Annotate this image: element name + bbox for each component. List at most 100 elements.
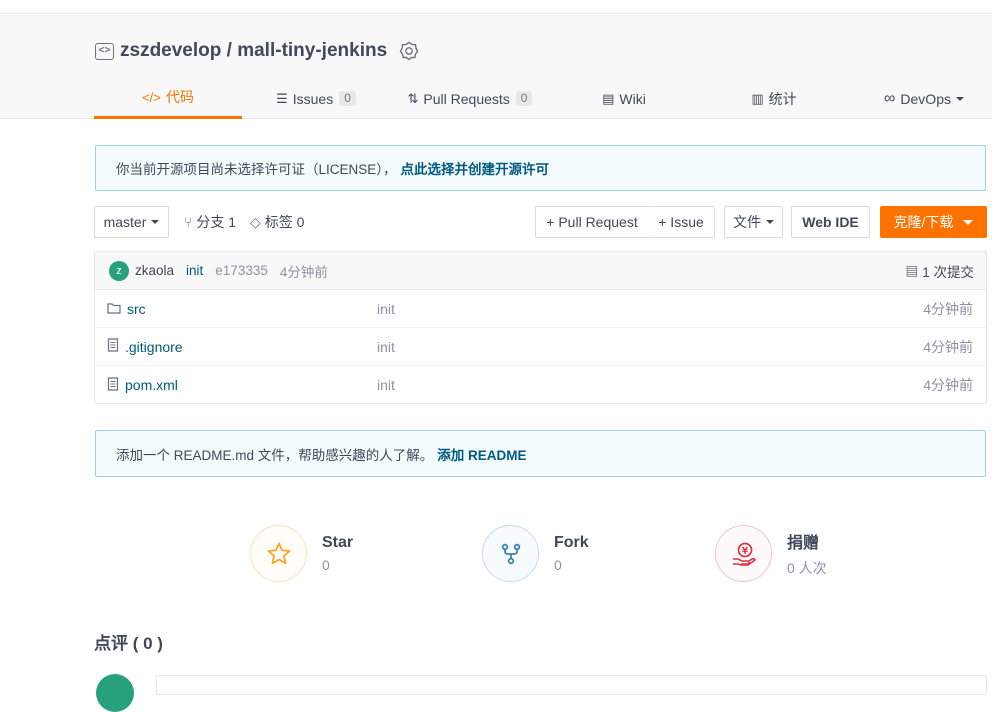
tab-label: Wiki [619, 90, 646, 107]
star-label: Star [322, 534, 354, 551]
file-commit-message[interactable]: init [377, 301, 395, 317]
clone-download-label: 克隆/下载 [893, 214, 954, 230]
tab-stats[interactable]: ▥ 统计 [744, 78, 804, 119]
web-ide-button[interactable]: Web IDE [791, 206, 870, 238]
readme-notice-text: 添加一个 README.md 文件，帮助感兴趣的人了解。 [116, 447, 434, 463]
chart-icon: ▥ [751, 90, 764, 106]
commit-message-link[interactable]: init [186, 263, 203, 278]
avatar[interactable]: z [109, 260, 129, 281]
table-row[interactable]: pom.xml init 4分钟前 [95, 366, 986, 404]
fork-icon [501, 543, 520, 564]
svg-text:¥: ¥ [741, 546, 748, 556]
tab-wiki[interactable]: ▤ Wiki [594, 78, 654, 119]
file-time: 4分钟前 [923, 377, 973, 393]
branches-link[interactable]: ⑂ 分支 1 [184, 206, 236, 238]
tab-label: Issues [292, 90, 334, 107]
file-name-link[interactable]: src [107, 301, 146, 317]
issues-icon: ☰ [276, 90, 288, 106]
avatar [96, 674, 134, 712]
tab-label: 统计 [768, 90, 797, 107]
repo-header: <> zszdevelop / mall-tiny-jenkins </> 代码… [0, 15, 992, 119]
file-name-link[interactable]: .gitignore [107, 338, 183, 355]
commit-hash[interactable]: e173335 [215, 263, 268, 278]
commits-count-label: 1 次提交 [922, 264, 974, 280]
branches-label: 分支 1 [196, 214, 237, 230]
fork-label: Fork [554, 534, 589, 551]
star-count: 0 [322, 557, 330, 573]
wiki-icon: ▤ [602, 90, 615, 106]
fork-stat[interactable]: Fork 0 [482, 525, 589, 582]
tab-issues[interactable]: ☰ Issues 0 [266, 78, 366, 119]
tab-code[interactable]: </> 代码 [94, 78, 242, 119]
infinity-icon: ∞ [884, 89, 896, 107]
commit-author-link[interactable]: zkaola [135, 263, 174, 278]
repo-stats: Star 0 Fork 0 ¥ 捐赠 0 人次 [0, 525, 992, 585]
code-icon: </> [142, 89, 161, 105]
clone-download-button[interactable]: 克隆/下载 [880, 206, 987, 238]
repo-toolbar: master ⑂ 分支 1 ◇ 标签 0 + Pull Request + Is… [94, 206, 987, 238]
commit-history-icon: ▤ [905, 262, 919, 278]
pull-request-icon: ⇅ [407, 90, 419, 106]
gvp-badge-icon[interactable] [399, 41, 419, 61]
folder-icon [107, 301, 121, 317]
tags-link[interactable]: ◇ 标签 0 [250, 206, 304, 238]
tab-pull-requests[interactable]: ⇅ Pull Requests 0 [400, 78, 540, 119]
donate-button[interactable]: ¥ [715, 525, 772, 582]
file-name: .gitignore [125, 338, 183, 355]
chevron-down-icon [963, 219, 974, 225]
tab-label: 代码 [165, 89, 194, 105]
donate-stat[interactable]: ¥ 捐赠 0 人次 [715, 525, 827, 582]
file-name-link[interactable]: pom.xml [107, 376, 178, 394]
repo-owner-link[interactable]: zszdevelop [120, 40, 221, 62]
license-notice-text: 你当前开源项目尚未选择许可证（LICENSE）， [116, 162, 397, 177]
new-pull-request-button[interactable]: + Pull Request [535, 206, 649, 238]
table-row[interactable]: src init 4分钟前 [95, 290, 986, 328]
tags-label: 标签 0 [264, 214, 305, 230]
file-menu-button[interactable]: 文件 [724, 206, 783, 238]
add-readme-link[interactable]: 添加 README [437, 444, 526, 464]
table-row[interactable]: .gitignore init 4分钟前 [95, 328, 986, 366]
file-name: pom.xml [125, 377, 178, 393]
repo-tabs: </> 代码 ☰ Issues 0 ⇅ Pull Requests 0 ▤ Wi… [94, 78, 992, 119]
file-list: z zkaola init e173335 4分钟前 ▤ 1 次提交 src i… [94, 251, 987, 404]
tag-icon: ◇ [250, 213, 261, 230]
file-commit-message[interactable]: init [377, 339, 395, 355]
create-license-link[interactable]: 点此选择并创建开源许可 [401, 158, 550, 178]
fork-button[interactable] [482, 525, 539, 582]
file-time: 4分钟前 [923, 300, 973, 317]
pull-requests-count-badge: 0 [515, 91, 533, 106]
file-menu-label: 文件 [733, 214, 761, 230]
file-time: 4分钟前 [923, 338, 973, 355]
top-strip [0, 0, 992, 14]
star-stat[interactable]: Star 0 [250, 525, 353, 582]
file-commit-message[interactable]: init [377, 377, 395, 393]
license-notice: 你当前开源项目尚未选择许可证（LICENSE）， 点此选择并创建开源许可 [95, 145, 986, 191]
reviews-heading: 点评 ( 0 ) [94, 634, 163, 653]
commit-time: 4分钟前 [279, 264, 328, 280]
donate-count: 0 人次 [787, 560, 827, 576]
repo-name-link[interactable]: mall-tiny-jenkins [237, 40, 387, 62]
branch-icon: ⑂ [184, 214, 193, 230]
latest-commit-row: z zkaola init e173335 4分钟前 ▤ 1 次提交 [95, 252, 986, 290]
tab-label: DevOps [900, 90, 951, 107]
readme-notice: 添加一个 README.md 文件，帮助感兴趣的人了解。 添加 README [95, 430, 986, 477]
repo-separator: / [221, 40, 238, 61]
repo-title: <> zszdevelop / mall-tiny-jenkins [95, 40, 419, 62]
branch-select-value: master [103, 214, 147, 230]
branch-select[interactable]: master [94, 206, 169, 238]
chevron-down-icon [955, 96, 964, 101]
file-icon [107, 376, 119, 394]
fork-count: 0 [554, 557, 562, 573]
donate-icon: ¥ [732, 542, 756, 566]
new-issue-button[interactable]: + Issue [648, 206, 715, 238]
donate-label: 捐赠 [787, 535, 820, 552]
tab-label: Pull Requests [423, 90, 510, 107]
commits-link[interactable]: ▤ 1 次提交 [905, 261, 974, 281]
star-button[interactable] [250, 525, 307, 582]
file-name: src [127, 300, 146, 317]
tab-devops[interactable]: ∞ DevOps [878, 78, 970, 119]
review-input[interactable] [156, 675, 987, 695]
chevron-down-icon [766, 220, 774, 224]
issues-count-badge: 0 [339, 91, 356, 106]
repository-code-icon: <> [95, 42, 114, 60]
